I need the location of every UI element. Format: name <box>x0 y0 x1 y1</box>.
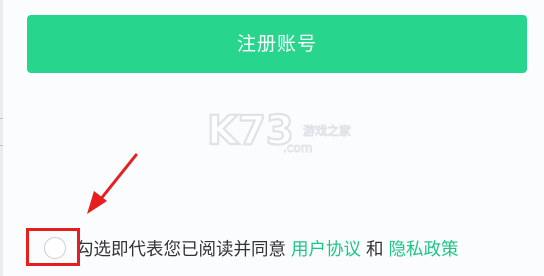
and-text: 和 <box>366 239 384 260</box>
consent-text: 勾选即代表您已阅读并同意 <box>76 239 286 260</box>
privacy-policy-link[interactable]: 隐私政策 <box>389 236 459 261</box>
agreement-row: 勾选即代表您已阅读并同意 用户协议 和 隐私政策 <box>30 232 459 264</box>
user-agreement-link[interactable]: 用户协议 <box>291 236 361 261</box>
checkbox-highlight-annotation <box>26 228 80 266</box>
